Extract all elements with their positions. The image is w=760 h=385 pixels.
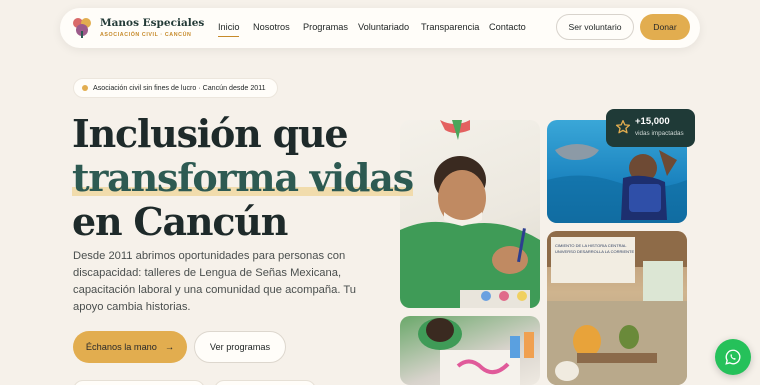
info-chip xyxy=(214,380,316,385)
hero-badge: Asociación civil sin fines de lucro · Ca… xyxy=(73,78,278,98)
info-chip xyxy=(73,380,205,385)
star-icon xyxy=(615,120,631,134)
navbar: Manos Especiales ASOCIACIÓN CIVIL · CANC… xyxy=(60,8,700,48)
photo-classroom: CIMIENTO DE LA HISTORIA CENTRAL UNIVERSO… xyxy=(547,231,687,385)
headline-line-3: en Cancún xyxy=(72,199,288,244)
logo-icon[interactable] xyxy=(72,16,92,38)
help-button-label: Échanos la mano xyxy=(85,342,157,352)
sign-line-1: CIMIENTO DE LA HISTORIA CENTRAL xyxy=(555,243,627,248)
whatsapp-button[interactable] xyxy=(715,339,751,375)
help-button[interactable]: Échanos la mano → xyxy=(73,331,187,363)
badge-dot-icon xyxy=(82,85,88,91)
hero-badge-text: Asociación civil sin fines de lucro · Ca… xyxy=(93,84,266,92)
nav-link-inicio[interactable]: Inicio xyxy=(218,22,240,37)
photo-crafts xyxy=(400,316,540,385)
headline-highlight: transforma vidas xyxy=(72,155,414,200)
impact-stat-card: +15,000 vidas impactadas xyxy=(606,109,695,147)
donate-button[interactable]: Donar xyxy=(640,14,690,40)
impact-number: +15,000 xyxy=(635,116,670,127)
sign-line-2: UNIVERSO DESARROLLA LA CORRIENTE xyxy=(555,249,634,254)
hero-description: Desde 2011 abrimos oportunidades para pe… xyxy=(73,250,356,313)
nav-link-transparencia[interactable]: Transparencia xyxy=(421,22,479,32)
nav-link-programas[interactable]: Programas xyxy=(303,22,348,32)
brand-tagline: ASOCIACIÓN CIVIL · CANCÚN xyxy=(100,32,192,38)
hero-headline: Inclusión que transforma vidas en Cancún xyxy=(72,111,414,244)
nav-link-voluntariado[interactable]: Voluntariado xyxy=(358,22,409,32)
whatsapp-icon xyxy=(725,349,741,365)
programs-button[interactable]: Ver programas xyxy=(194,331,286,363)
arrow-right-icon: → xyxy=(164,342,175,352)
nav-link-nosotros[interactable]: Nosotros xyxy=(253,22,290,32)
nav-link-contacto[interactable]: Contacto xyxy=(489,22,526,32)
impact-label: vidas impactadas xyxy=(635,130,684,137)
photo-boy-painting xyxy=(400,120,540,308)
headline-line-1: Inclusión que xyxy=(72,111,349,156)
volunteer-button[interactable]: Ser voluntario xyxy=(556,14,634,40)
brand-name[interactable]: Manos Especiales xyxy=(100,17,204,29)
